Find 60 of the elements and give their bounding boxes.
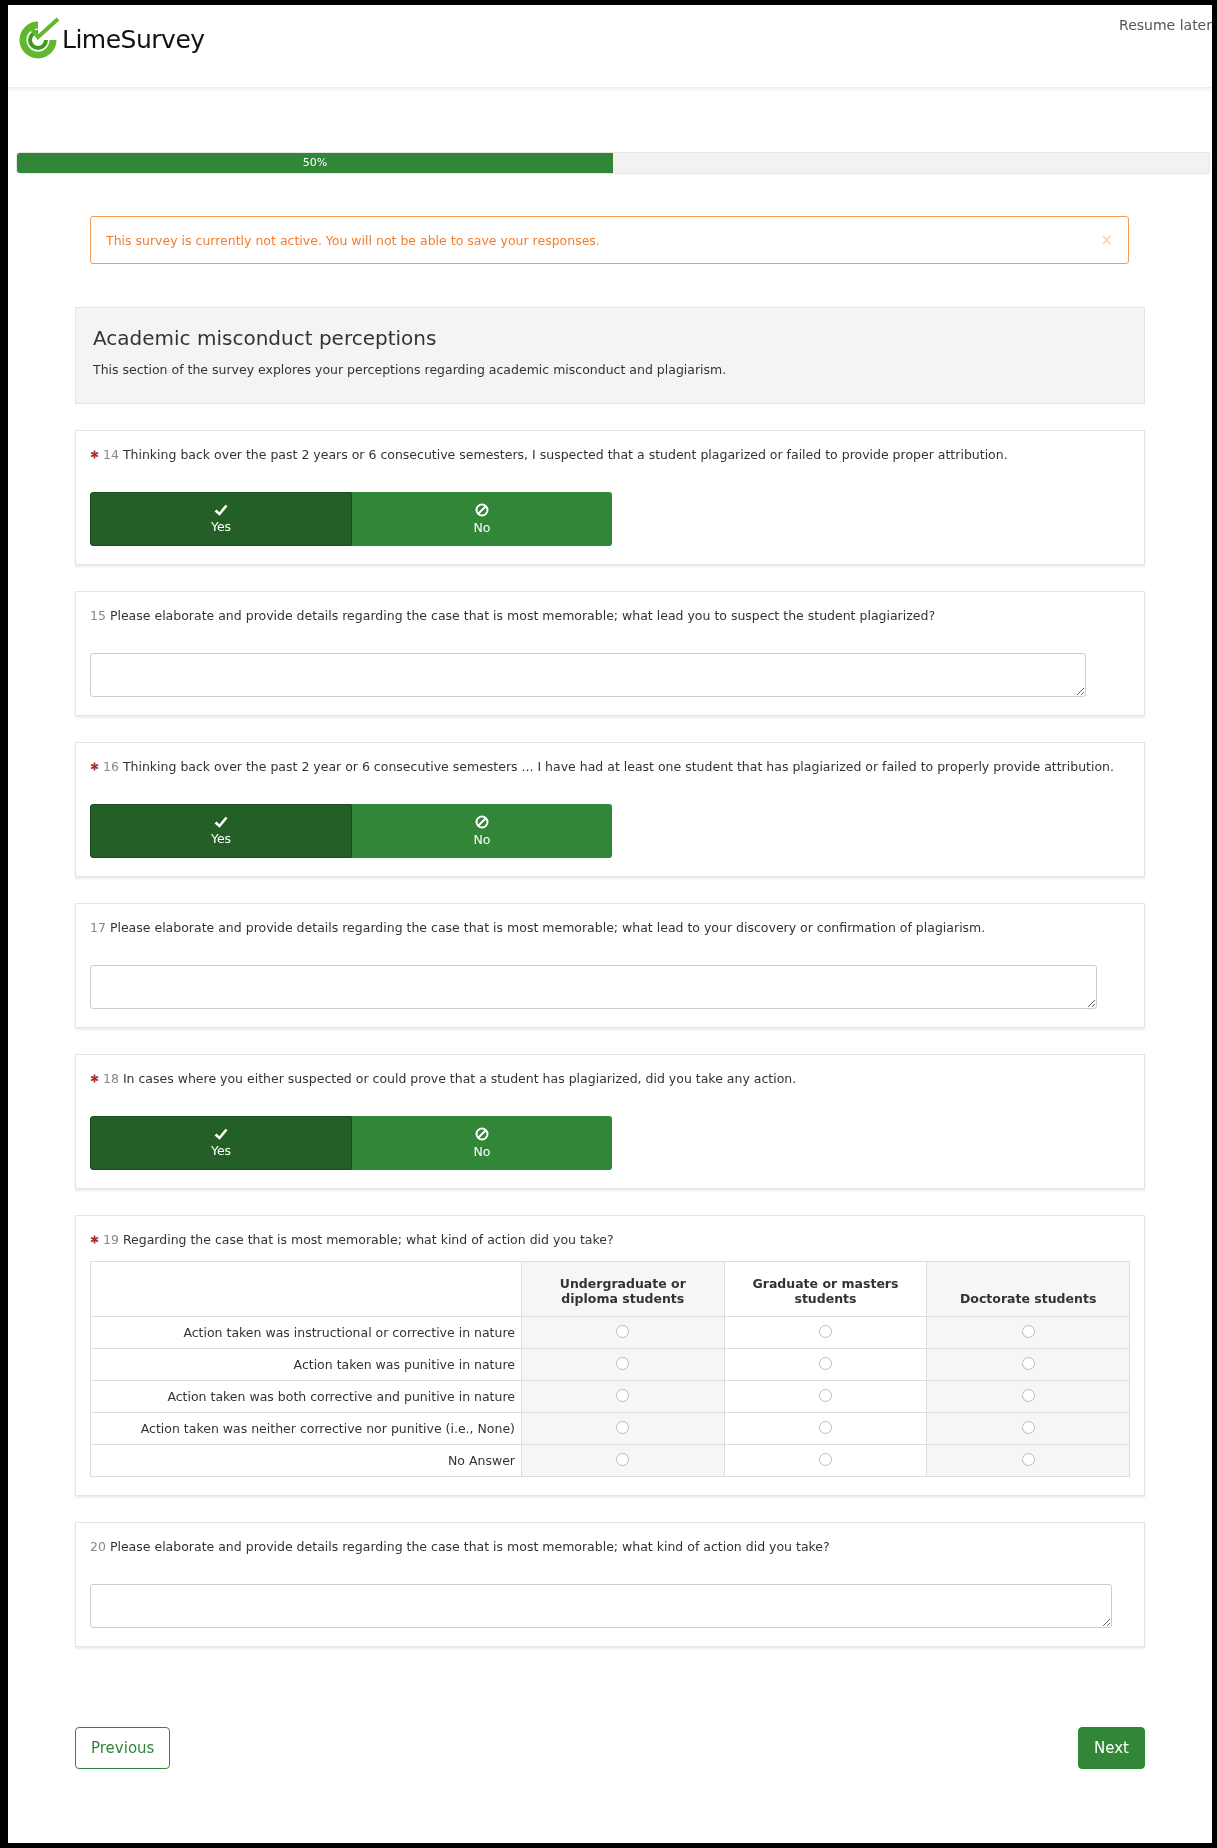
question-text: Please elaborate and provide details regarding the case that is most memorable; what lead you to suspect the student plagiarized? [109, 608, 936, 623]
question-text: Thinking back over the past 2 year or 6 consecutive semesters ... I have had at least one student that has plagiarized or failed to properly provide attribution. [122, 759, 1114, 774]
forbidden-icon [475, 503, 489, 517]
question-text: Thinking back over the past 2 years or 6 consecutive semesters, I suspected that a student plagarized or failed to provide proper attribution. [122, 447, 1008, 462]
row-label: Action taken was both corrective and punitive in nature [90, 1380, 522, 1413]
row-label: Action taken was instructional or corrective in nature [90, 1316, 522, 1349]
radio-button[interactable] [1021, 1325, 1035, 1338]
question-number: 16 [103, 759, 119, 774]
radio-button[interactable] [616, 1389, 630, 1402]
answer-button[interactable]: No [352, 1116, 612, 1170]
question-number: 18 [103, 1071, 119, 1086]
question-number: 14 [103, 447, 119, 462]
question-text: Regarding the case that is most memorable; what kind of action did you take? [122, 1232, 614, 1247]
question-text: Please elaborate and provide details regarding the case that is most memorable; what lead to your discovery or confirmation of plagiarism. [109, 920, 986, 935]
row-label: Action taken was punitive in nature [90, 1348, 522, 1381]
question-number: 19 [103, 1232, 119, 1247]
question-number: 20 [90, 1539, 106, 1554]
answer-field[interactable] [90, 1584, 1112, 1628]
answer-field[interactable] [90, 965, 1097, 1009]
radio-button[interactable] [819, 1453, 832, 1466]
question-text: In cases where you either suspected or could prove that a student has plagiarized, did you take any action. [122, 1071, 797, 1086]
radio-button[interactable] [819, 1421, 832, 1434]
column-header: Doctorate students [926, 1261, 1130, 1317]
answer-button[interactable]: Yes [90, 492, 352, 546]
logo-text: LimeSurvey [62, 24, 205, 54]
answer-button[interactable]: Yes [90, 1116, 352, 1170]
next-button[interactable]: Next [1078, 1727, 1145, 1769]
group-title: Academic misconduct perceptions [93, 326, 438, 350]
question-number: 15 [90, 608, 106, 623]
answer-button[interactable]: Yes [90, 804, 352, 858]
check-icon [214, 1128, 228, 1140]
radio-button[interactable] [1021, 1389, 1035, 1402]
radio-button[interactable] [1021, 1421, 1035, 1434]
row-label: No Answer [90, 1444, 522, 1477]
radio-button[interactable] [819, 1357, 832, 1370]
check-icon [214, 816, 228, 828]
resume-later-link[interactable]: Resume later [1119, 5, 1212, 33]
question-text: Please elaborate and provide details regarding the case that is most memorable; what kind of action did you take? [109, 1539, 830, 1554]
radio-button[interactable] [616, 1453, 630, 1466]
answer-button[interactable]: No [352, 492, 612, 546]
forbidden-icon [475, 815, 489, 829]
alert-message: This survey is currently not active. You will not be able to save your responses. [106, 232, 600, 248]
radio-button[interactable] [616, 1421, 630, 1434]
previous-button[interactable]: Previous [75, 1727, 171, 1769]
question-number: 17 [90, 920, 106, 935]
answer-button[interactable]: No [352, 804, 612, 858]
answer-field[interactable] [90, 653, 1086, 697]
radio-button[interactable] [616, 1325, 630, 1338]
progress-fill: 50% [17, 153, 613, 173]
column-header: Undergraduate or diploma students [521, 1261, 725, 1317]
row-label: Action taken was neither corrective nor punitive (i.e., None) [90, 1412, 522, 1445]
radio-button[interactable] [1021, 1357, 1035, 1370]
radio-button[interactable] [819, 1389, 832, 1402]
radio-button[interactable] [819, 1325, 832, 1338]
check-icon [214, 504, 228, 516]
group-description: This section of the survey explores your perceptions regarding academic misconduct and plagiarism. [93, 362, 728, 377]
forbidden-icon [475, 1127, 489, 1141]
column-header: Graduate or masters students [724, 1261, 927, 1317]
radio-button[interactable] [616, 1357, 630, 1370]
radio-button[interactable] [1021, 1453, 1035, 1466]
